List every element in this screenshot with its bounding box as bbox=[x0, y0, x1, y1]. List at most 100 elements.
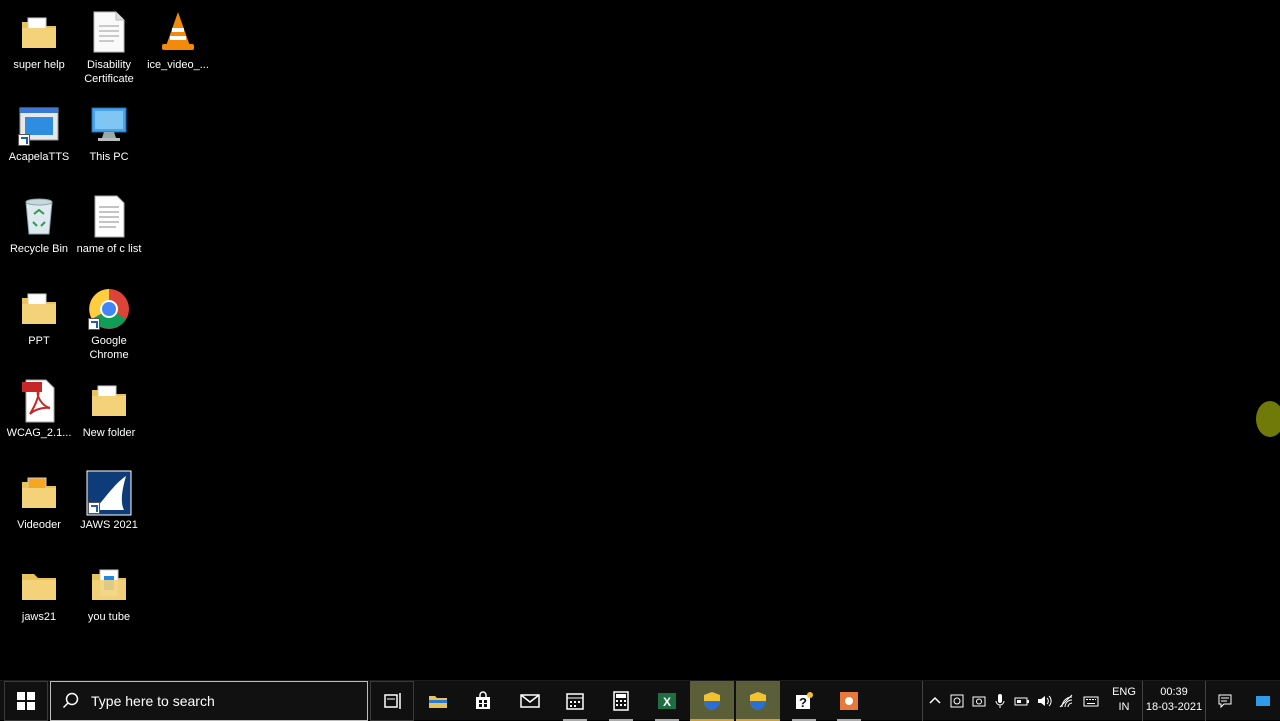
desktop-icon-label: New folder bbox=[82, 427, 136, 439]
taskbar-store[interactable] bbox=[461, 681, 505, 721]
desktop-icon-label: jaws21 bbox=[21, 611, 57, 623]
taskbar-mail[interactable] bbox=[508, 681, 552, 721]
microphone-icon bbox=[995, 694, 1005, 708]
desktop-icon-new-folder[interactable]: New folder bbox=[74, 378, 144, 440]
desktop-icon-label: WCAG_2.1... bbox=[6, 427, 72, 439]
taskbar-excel[interactable]: X bbox=[645, 681, 689, 721]
show-hidden-icons-button[interactable] bbox=[925, 681, 945, 721]
clock-time: 00:39 bbox=[1160, 686, 1188, 698]
taskbar-clock[interactable]: 00:39 18-03-2021 bbox=[1142, 681, 1206, 721]
desktop-icon-jaws21[interactable]: jaws21 bbox=[4, 562, 74, 624]
desktop-icon-label: ice_video_... bbox=[147, 59, 209, 71]
store-bag-icon bbox=[476, 691, 490, 709]
tray-network[interactable] bbox=[1056, 681, 1076, 721]
keyboard-icon bbox=[1083, 696, 1099, 707]
speaker-icon bbox=[1038, 695, 1052, 707]
calculator-icon bbox=[613, 691, 629, 711]
tray-touch-keyboard[interactable] bbox=[1079, 681, 1103, 721]
clock-date: 18-03-2021 bbox=[1145, 701, 1203, 713]
desktop-icon-label: PPT bbox=[28, 335, 50, 347]
taskbar-uac-prompt-2[interactable] bbox=[736, 681, 780, 721]
desktop-icon-ice-video[interactable]: ice_video_... bbox=[143, 10, 213, 72]
excel-icon: X bbox=[658, 693, 676, 709]
task-view-button[interactable] bbox=[370, 681, 414, 721]
taskbar-help[interactable]: ? bbox=[782, 681, 826, 721]
desktop-icon-label: This PC bbox=[89, 151, 129, 163]
action-center-button[interactable] bbox=[1210, 681, 1240, 721]
desktop-icon-recycle-bin[interactable]: Recycle Bin bbox=[4, 194, 74, 256]
taskbar-calendar[interactable] bbox=[553, 681, 597, 721]
recorder-icon bbox=[840, 692, 858, 710]
floating-widget-handle[interactable] bbox=[1256, 401, 1280, 437]
desktop-icon-this-pc[interactable]: This PC bbox=[74, 102, 144, 164]
help-icon: ? bbox=[796, 692, 813, 710]
taskbar-uac-prompt-1[interactable] bbox=[690, 681, 734, 721]
jaws-shark-icon bbox=[86, 470, 132, 516]
taskbar-recorder[interactable] bbox=[827, 681, 871, 721]
pdf-icon bbox=[16, 378, 62, 424]
desktop-icon-label: Videoder bbox=[17, 519, 61, 531]
battery-icon bbox=[1014, 697, 1029, 706]
chrome-icon bbox=[86, 286, 132, 332]
desktop-icon-super-help[interactable]: super help bbox=[4, 10, 74, 72]
show-desktop-icon bbox=[1256, 696, 1270, 706]
desktop-icon-wcag[interactable]: WCAG_2.1... bbox=[4, 378, 74, 440]
svg-text:X: X bbox=[663, 695, 671, 709]
search-placeholder: Type here to search bbox=[91, 693, 215, 709]
desktop-icon-label: super help bbox=[13, 59, 65, 71]
tray-camera[interactable] bbox=[969, 681, 989, 721]
camera-icon bbox=[972, 696, 986, 707]
calendar-icon bbox=[566, 693, 584, 710]
folder-icon bbox=[16, 562, 62, 608]
desktop-icon-jaws-2021[interactable]: JAWS 2021 bbox=[74, 470, 144, 532]
tray-battery[interactable] bbox=[1012, 681, 1032, 721]
tray-screen-capture[interactable] bbox=[947, 681, 967, 721]
recycle-bin-icon bbox=[16, 194, 62, 240]
taskbar-calculator[interactable] bbox=[599, 681, 643, 721]
desktop-icon-label: Recycle Bin bbox=[9, 243, 69, 255]
taskbar-search-box[interactable]: Type here to search bbox=[50, 681, 368, 721]
folder-icon bbox=[16, 470, 62, 516]
desktop-icon-google-chrome[interactable]: Google Chrome bbox=[74, 286, 144, 362]
taskbar-file-explorer[interactable] bbox=[416, 681, 460, 721]
tray-microphone[interactable] bbox=[990, 681, 1010, 721]
input-language-indicator[interactable]: ENG IN bbox=[1104, 681, 1144, 721]
desktop-icon-label: you tube bbox=[87, 611, 131, 623]
folder-icon bbox=[86, 562, 132, 608]
svg-text:?: ? bbox=[799, 695, 807, 710]
desktop-icon-label: AcapelaTTS bbox=[8, 151, 70, 163]
mail-icon bbox=[520, 694, 540, 708]
notification-icon bbox=[1218, 694, 1232, 709]
desktop-icon-acapelatts[interactable]: AcapelaTTS bbox=[4, 102, 74, 164]
wifi-icon bbox=[1059, 694, 1073, 708]
desktop-icon-label: name of c list bbox=[76, 243, 142, 255]
computer-icon bbox=[86, 102, 132, 148]
document-icon bbox=[86, 10, 132, 56]
desktop-icon-label: Google Chrome bbox=[89, 335, 129, 361]
folder-icon bbox=[429, 696, 447, 708]
desktop-icon-videoder[interactable]: Videoder bbox=[4, 470, 74, 532]
show-desktop-button[interactable] bbox=[1250, 681, 1276, 721]
tray-volume[interactable] bbox=[1034, 681, 1054, 721]
windows-logo-icon bbox=[17, 692, 35, 710]
screen-capture-icon bbox=[950, 694, 964, 708]
desktop-icon-disability-certificate[interactable]: Disability Certificate bbox=[74, 10, 144, 86]
desktop-icon-you-tube[interactable]: you tube bbox=[74, 562, 144, 624]
shield-icon bbox=[704, 692, 720, 710]
start-button[interactable] bbox=[4, 681, 48, 721]
language-code: ENG bbox=[1112, 686, 1136, 698]
desktop-icon-label: JAWS 2021 bbox=[80, 519, 138, 531]
desktop-icon-name-of-c-list[interactable]: name of c list bbox=[74, 194, 144, 256]
desktop-icon-label: Disability Certificate bbox=[84, 59, 134, 85]
desktop-icon-ppt[interactable]: PPT bbox=[4, 286, 74, 348]
folder-icon bbox=[16, 286, 62, 332]
chevron-up-icon bbox=[929, 696, 941, 704]
app-window-icon bbox=[16, 102, 62, 148]
folder-icon bbox=[86, 378, 132, 424]
taskbar: Type here to search X ? ENG IN 00:39 18-… bbox=[0, 680, 1280, 721]
text-document-icon bbox=[86, 194, 132, 240]
shield-icon bbox=[750, 692, 766, 710]
desktop: super help Disability Certificate ice_vi… bbox=[0, 0, 1280, 680]
system-tray bbox=[922, 681, 1104, 721]
folder-icon bbox=[16, 10, 62, 56]
